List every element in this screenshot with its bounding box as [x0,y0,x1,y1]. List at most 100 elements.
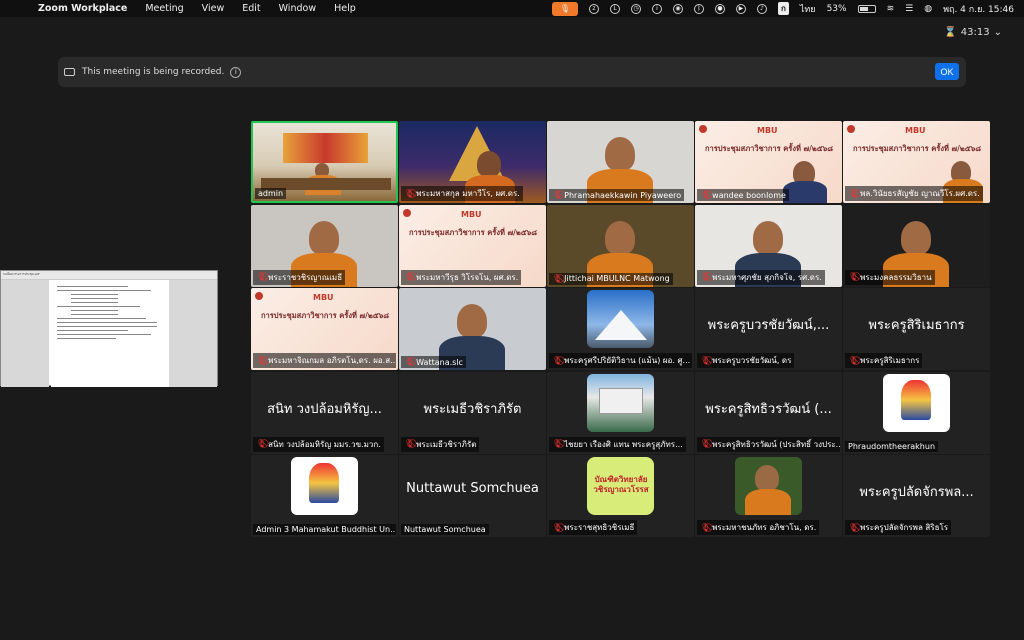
mic-muted-icon: 🎙︎⃠ [552,190,563,199]
recording-camera-icon [64,68,75,76]
mic-in-use-icon[interactable]: 🎙 [551,1,578,16]
participant-name: พระราชสุทธิวชิรเมธี [564,523,635,532]
menu-meeting[interactable]: Meeting [145,3,183,14]
hourglass-icon: ⌛ [944,27,957,38]
input-source-icon[interactable]: ก [777,2,789,15]
zoom-status-icon[interactable]: z [588,3,599,14]
participant-tile[interactable]: 🎙︎⃠ พระมหาสกุล มหาวีโร, ผศ.ดร. [399,121,546,203]
participant-tile[interactable]: 🎙︎⃠ พระราชวชิรญาณเมธี [251,204,398,287]
participant-tile[interactable]: Phraudomtheerakhun [843,371,990,454]
doc-page [51,283,169,387]
profile-photo [587,290,654,348]
participant-tile[interactable]: admin [251,121,398,203]
battery-percent[interactable]: 53% [827,4,847,14]
meeting-timer[interactable]: ⌛ 43:13 ⌄ [944,27,1002,38]
document-thumbnail-window[interactable]: ระเบียบวาระการประชุม.pdf [0,270,218,387]
slide-mbu: MBU [461,209,482,219]
participant-tile[interactable]: 🎙︎⃠ ไชยยา เรืองศิ แทน พระครูสุภัทร... [547,371,694,454]
mic-muted-icon: 🎙︎⃠ [848,355,859,365]
participant-tile[interactable]: 🎙︎⃠ พระครูศรีปริยัติวิธาน (แม้น) ผอ. ศู..… [547,288,694,370]
participant-name: พระมหาจิณกมล อภิรตโน,ดร. ผอ.ส... [268,356,396,365]
line-icon[interactable]: L [609,3,620,14]
mic-muted-icon: 🎙︎⃠ [700,272,711,281]
participant-name-label: admin [255,188,287,199]
menu-window[interactable]: Window [279,3,316,14]
participant-name-label: 🎙︎⃠ wandee boonlome [697,189,789,201]
participant-tile[interactable]: 🎙︎⃠ พระมหาศุภชัย สุภกิจโจ, รศ.ดร. [695,204,842,287]
participant-tile[interactable]: 🎙︎⃠ Jittichai MBULNC Matwong [547,204,694,287]
participant-display-name: สนิท วงปล้อมหิรัญ... [267,401,382,417]
participant-name-label: 🎙︎⃠ พระมหาวีรุธ วิโรจโน, ผศ.ดร. [401,269,522,285]
hotspot-icon[interactable]: ◉ [672,3,683,14]
participant-name-label: 🎙︎⃠ พระมหาจิณกมล อภิรตโน,ดร. ผอ.ส... [253,353,396,368]
mic-muted-icon: 🎙︎⃠ [256,439,267,448]
participant-tile[interactable]: พระเมธีวชิราภิรัต 🎙︎⃠ พระเมธีวชิราภิรัต [399,371,546,454]
mic-muted-icon: 🎙︎⃠ [256,272,267,281]
slide-title: การประชุมสภาวิชาการ ครั้งที่ ๗/๒๕๖๘ [261,311,390,320]
participant-name-label: 🎙︎⃠ ไชยยา เรืองศิ แทน พระครูสุภัทร... [549,436,686,452]
participant-name: สนิท วงปล้อมหิรัญ มมร.วข.มวก. [268,439,381,449]
participant-name: พล.วินัยธรสัญชัย ญาณวีโร.ผศ.ดร. [860,189,980,198]
participant-name-label: Nuttawut Somchuea [401,524,489,535]
app-menu-name[interactable]: Zoom Workplace [38,3,127,14]
participant-tile[interactable]: พระครูสิทธิวรวัฒน์ (... 🎙︎⃠ พระครูสิทธิวรว… [695,371,842,454]
participant-name-label: 🎙︎⃠ พระครูศรีปริยัติวิธาน (แม้น) ผอ. ศู..… [549,353,692,368]
input-source-label[interactable]: ไทย [800,2,816,16]
participant-tile[interactable]: พระครูบวรชัยวัฒน์,... 🎙︎⃠ พระครูบวรชัยวัฒน… [695,288,842,370]
mic-muted-icon: 🎙︎⃠ [700,439,711,448]
bluetooth-icon[interactable]: ᛒ [693,3,704,14]
participant-tile[interactable]: 🎙︎⃠ Wattana.slc [399,288,546,370]
slide-title: การประชุมสภาวิชาการ ครั้งที่ ๗/๒๕๖๘ [853,144,982,153]
participant-tile[interactable]: Admin 3 Mahamakut Buddhist Un... [251,455,398,537]
university-logo [847,125,855,133]
participant-tile[interactable]: พระครูสิริเมธากร 🎙︎⃠ พระครูสิริเมธากร [843,288,990,370]
clock-icon[interactable]: ◷ [630,3,641,14]
participant-name: พระครูปลัดจักรพล สิริธโร [860,523,949,532]
mic-muted-icon: 🎙︎⃠ [404,188,415,198]
participant-tile[interactable]: 🎙︎⃠ พระมงคลธรรมวิธาน [843,204,990,287]
participant-display-name: พระเมธีวชิราภิรัต [423,401,522,417]
participant-tile[interactable]: 🎙︎⃠ Phramahaekkawin Piyaweero [547,121,694,203]
menu-bar: Zoom Workplace Meeting View Edit Window … [0,0,1024,17]
clock-datetime[interactable]: พฤ. 4 ก.ย. 15:46 [943,2,1014,16]
badge-text: บัณฑิตวิทยาลัย วชิรญาณวโรรส [593,475,649,494]
participant-tile[interactable]: Nuttawut Somchuea Nuttawut Somchuea [399,455,546,537]
meeting-timer-text: 43:13 [960,27,990,38]
menu-help[interactable]: Help [334,3,356,14]
participant-name: พระครูศรีปริยัติวิธาน (แม้น) ผอ. ศู... [564,356,691,365]
participant-tile[interactable]: บัณฑิตวิทยาลัย วชิรญาณวโรรส 🎙︎⃠ พระราชสุทธ… [547,455,694,537]
battery-icon[interactable] [857,4,876,13]
participant-name: wandee boonlome [712,190,786,200]
mic-muted-icon: 🎙︎⃠ [404,272,415,281]
menu-view[interactable]: View [202,3,225,14]
participant-tile[interactable]: MBU การประชุมสภาวิชาการ ครั้งที่ ๗/๒๕๖๘ 🎙︎… [251,288,398,370]
music-icon[interactable]: ♪ [756,3,767,14]
participant-name: พระมหาสกุล มหาวีโร, ผศ.ดร. [416,189,520,198]
participant-name-label: 🎙︎⃠ พระครูสิทธิวรวัฒน์ (ประสิทธิ์ วงประ..… [697,436,840,452]
mic-muted-icon: 🎙︎⃠ [700,522,711,532]
participant-tile[interactable]: MBU การประชุมสภาวิชาการ ครั้งที่ ๗/๒๕๖๘ 🎙︎… [399,204,546,287]
participant-name-label: 🎙︎⃠ พระครูสิริเมธากร [845,353,923,368]
university-logo [699,125,707,133]
mic-muted-icon: 🎙︎⃠ [552,522,563,532]
info-icon[interactable]: i [230,66,242,78]
profile-photo [291,457,358,515]
participant-tile[interactable]: MBU การประชุมสภาวิชาการ ครั้งที่ ๗/๒๕๖๘ 🎙︎… [695,121,842,203]
control-center-icon[interactable]: ☰ [905,4,913,14]
wifi-icon[interactable]: ≋ [887,4,895,14]
participant-tile[interactable]: สนิท วงปล้อมหิรัญ... 🎙︎⃠ สนิท วงปล้อมหิรัญ… [251,371,398,454]
record-icon[interactable]: ● [714,3,725,14]
ok-button[interactable]: OK [935,63,959,80]
participant-tile[interactable]: MBU การประชุมสภาวิชาการ ครั้งที่ ๗/๒๕๖๘ 🎙︎… [843,121,990,203]
participant-tile[interactable]: พระครูปลัดจักรพล... 🎙︎⃠ พระครูปลัดจักรพล ส… [843,455,990,537]
menu-edit[interactable]: Edit [242,3,260,14]
mic-muted-icon: 🎙︎⃠ [552,439,563,448]
siri-icon[interactable]: ◍ [924,4,932,14]
mic-muted-icon: 🎙︎⃠ [848,188,859,198]
gallery-grid: admin 🎙︎⃠ พระมหาสกุล มหาวีโร, ผศ.ดร. 🎙︎⃠ Phr… [251,121,991,537]
info-icon[interactable]: i [651,3,662,14]
play-icon[interactable]: ▶ [735,3,746,14]
participant-tile[interactable]: 🎙︎⃠ พระมหาชนภัทร อภิชาโน, ดร. [695,455,842,537]
participant-name: พระครูบวรชัยวัฒน์, ดร [712,356,792,365]
mic-muted-icon: 🎙︎⃠ [848,272,859,281]
